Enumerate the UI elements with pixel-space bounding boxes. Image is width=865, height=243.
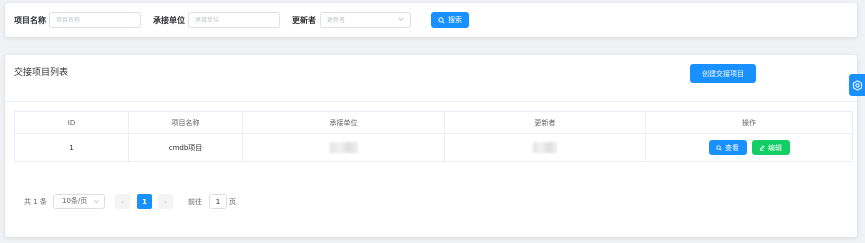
table-row: 1 cmdb项目 查看 编辑	[14, 133, 853, 162]
edit-button[interactable]: 编辑	[751, 140, 790, 155]
column-header-contractor: 承接单位	[242, 111, 445, 134]
view-button-label: 查看	[725, 143, 739, 152]
goto-label: 前往	[188, 198, 202, 206]
project-name-input[interactable]	[49, 12, 141, 28]
cell-contractor	[242, 133, 445, 162]
filter-bar: 项目名称 承接单位 更新者 搜索	[5, 3, 857, 37]
redacted-value	[533, 142, 557, 153]
goto-page-input[interactable]	[209, 194, 227, 209]
page-size-select[interactable]: 10条/页	[53, 194, 105, 209]
settings-button[interactable]	[849, 74, 865, 96]
divider	[5, 101, 857, 102]
page-title: 交接项目列表	[14, 68, 69, 78]
pagination-total: 共 1 条	[24, 198, 47, 206]
create-project-button[interactable]: 创建交接项目	[690, 64, 756, 83]
column-header-updater: 更新者	[444, 111, 646, 134]
page-1-button[interactable]: 1	[137, 194, 152, 209]
view-button[interactable]: 查看	[708, 140, 747, 155]
chevron-down-icon	[94, 200, 99, 204]
contractor-label: 承接单位	[153, 16, 185, 25]
prev-page-button[interactable]: ‹	[115, 194, 130, 209]
column-header-project-name: 项目名称	[128, 111, 243, 134]
settings-icon	[852, 79, 862, 91]
chevron-down-icon	[398, 17, 404, 21]
column-header-actions: 操作	[645, 111, 853, 134]
search-icon	[716, 144, 722, 151]
search-button-label: 搜索	[448, 16, 462, 24]
next-page-button[interactable]: ›	[158, 194, 173, 209]
edit-button-label: 编辑	[768, 143, 782, 152]
page-suffix: 页	[229, 198, 236, 206]
updater-select[interactable]	[320, 12, 411, 28]
contractor-input[interactable]	[188, 12, 280, 28]
column-header-id: ID	[14, 111, 129, 134]
cell-id: 1	[14, 133, 129, 162]
table-header-row: ID 项目名称 承接单位 更新者 操作	[14, 111, 853, 134]
project-list-card: 交接项目列表 创建交接项目 ID 项目名称 承接单位 更新者 操作 1 cmdb…	[5, 55, 857, 237]
edit-icon	[759, 144, 765, 151]
cell-actions: 查看 编辑	[645, 133, 853, 162]
project-name-label: 项目名称	[14, 16, 46, 25]
updater-label: 更新者	[292, 16, 316, 25]
search-button[interactable]: 搜索	[431, 12, 469, 28]
project-table: ID 项目名称 承接单位 更新者 操作 1 cmdb项目 查看 编辑	[14, 111, 853, 162]
redacted-value	[329, 142, 358, 153]
create-project-button-label: 创建交接项目	[702, 69, 744, 78]
cell-project-name: cmdb项目	[128, 133, 243, 162]
page-size-value: 10条/页	[62, 197, 88, 205]
cell-updater	[444, 133, 646, 162]
search-icon	[438, 16, 445, 24]
